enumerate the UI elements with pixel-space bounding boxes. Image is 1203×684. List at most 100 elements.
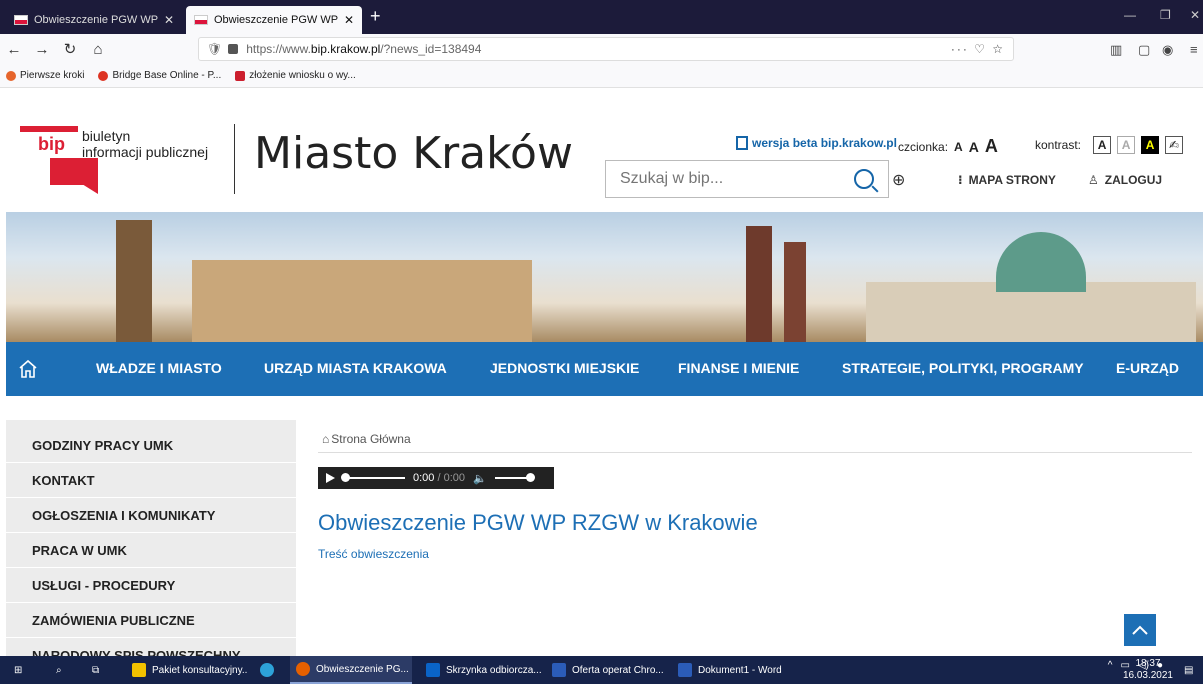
header-divider [234,124,235,194]
notifications-icon[interactable]: ▤ [1178,656,1199,684]
tab-title: Obwieszczenie PGW WP RZGW [214,14,338,26]
login-link[interactable]: ♙ ZALOGUJ [1088,173,1162,187]
font-large-button[interactable]: A [985,136,998,157]
sidebar-menu: GODZINY PRACY UMK KONTAKT OGŁOSZENIA I K… [6,420,296,664]
back-icon[interactable]: ← [0,41,28,58]
contrast-normal-button[interactable]: A [1093,136,1112,154]
browser-nav-bar: ← → ↻ ⌂ 🛡 https://www. bip.krakow.pl/?new… [0,34,1203,64]
search-icon[interactable] [854,169,874,189]
sidebar-item[interactable]: PRACA W UMK [6,533,296,568]
nav-item[interactable]: WŁADZE I MIASTO [96,360,222,376]
home-icon: ⌂ [322,432,330,446]
bookmark-item[interactable]: Bridge Base Online - P... [98,70,221,81]
beta-icon [736,136,748,150]
lock-icon [228,44,239,54]
outlook-icon [426,663,440,677]
sidebar-item[interactable]: KONTAKT [6,463,296,498]
nav-item[interactable]: STRATEGIE, POLITYKI, PROGRAMY [842,360,1084,376]
bookmark-item[interactable]: złożenie wniosku o wy... [235,70,356,81]
nav-item[interactable]: FINANSE I MIENIE [678,360,799,376]
taskbar-app[interactable]: Dokument1 - Word [672,656,794,684]
library-icon[interactable]: ▥ [1110,42,1122,58]
bip-flag-icon [50,158,98,194]
nav-item[interactable]: URZĄD MIASTA KRAKOWA [264,360,447,376]
contrast-controls: kontrast: A A A ✍ [1035,136,1184,154]
volume-slider[interactable] [494,473,535,482]
home-icon[interactable]: ⌂ [84,41,112,58]
sign-language-icon[interactable]: ✍ [1165,136,1184,154]
font-medium-button[interactable]: A [969,139,979,155]
audio-player: 0:00 / 0:00 🔈 [318,467,554,489]
divider [318,452,1192,453]
close-window-icon[interactable]: ✕ [1190,8,1200,22]
task-view-icon[interactable]: ⧉ [86,656,105,684]
url-path: /?news_id=138494 [380,42,482,56]
taskbar-app[interactable]: Skrzynka odbiorcza... [420,656,542,684]
player-time: 0:00 / 0:00 [413,472,466,484]
font-small-button[interactable]: A [954,140,963,154]
logo-text: biuletyn informacji publicznej [82,128,209,160]
firefox-icon [296,662,310,676]
sidebar-item[interactable]: ZAMÓWIENIA PUBLICZNE [6,603,296,638]
search-box [605,160,889,198]
favicon-icon [14,15,28,25]
sitemap-icon: ⁝ [958,173,963,187]
bridge-icon [98,70,109,81]
account-icon[interactable]: ◉ [1162,42,1173,58]
play-icon[interactable] [326,473,335,483]
chevron-up-icon[interactable]: ^ [1108,660,1113,671]
sidebar-item[interactable]: GODZINY PRACY UMK [6,428,296,463]
contrast-high-button[interactable]: A [1141,136,1160,154]
close-icon[interactable]: ✕ [164,13,174,27]
arrow-icon [235,70,246,81]
taskbar-app[interactable]: Oferta operat Chro... [546,656,668,684]
nav-item[interactable]: E-URZĄD [1116,360,1179,376]
browser-tab[interactable]: Obwieszczenie PGW WP RZGW ✕ [6,6,182,34]
bookmarks-bar: Pierwsze kroki Bridge Base Online - P...… [0,64,1203,88]
font-size-controls: czcionka: A A A [898,136,998,157]
reload-icon[interactable]: ↻ [56,40,84,58]
word-icon [678,663,692,677]
new-tab-icon[interactable]: + [370,6,381,27]
os-taskbar: ⊞ ⌕ ⧉ Pakiet konsultacyjny... Obwieszcze… [0,656,1203,684]
bip-mark: bip [38,134,65,154]
progress-slider[interactable] [341,473,405,482]
firefox-icon [6,70,16,81]
close-icon[interactable]: ✕ [344,13,354,27]
volume-icon[interactable]: 🔈 [473,472,487,485]
url-prefix: https://www. [246,42,311,56]
main-navigation: WŁADZE I MIASTO URZĄD MIASTA KRAKOWA JED… [6,342,1203,396]
bip-logo[interactable]: bip [20,124,98,194]
home-icon[interactable] [6,342,50,396]
word-icon [552,663,566,677]
url-bar[interactable]: 🛡 https://www. bip.krakow.pl/?news_id=138… [198,37,1014,61]
menu-icon[interactable]: ≡ [1190,42,1198,57]
nav-item[interactable]: JEDNOSTKI MIEJSKIE [490,360,639,376]
contrast-gray-button[interactable]: A [1117,136,1136,154]
sidebar-icon[interactable]: ▢ [1138,42,1150,58]
sidebar-item[interactable]: OGŁOSZENIA I KOMUNIKATY [6,498,296,533]
bookmark-item[interactable]: Pierwsze kroki [6,70,84,81]
chevron-up-icon [1132,625,1148,635]
sidebar-item[interactable]: USŁUGI - PROCEDURY [6,568,296,603]
sitemap-link[interactable]: ⁝ MAPA STRONY [958,173,1056,187]
user-icon: ♙ [1088,173,1099,187]
minimize-icon[interactable]: — [1124,8,1136,22]
zoom-in-icon[interactable]: ⊕ [892,170,905,190]
scroll-to-top-button[interactable] [1124,614,1156,646]
start-icon[interactable]: ⊞ [8,656,28,684]
search-input[interactable] [620,170,840,188]
search-icon[interactable]: ⌕ [50,656,68,684]
site-title[interactable]: Miasto Kraków [254,128,573,179]
page-actions-icon[interactable]: ··· ♡ ☆ [951,42,1005,56]
restore-icon[interactable]: ❐ [1160,8,1171,22]
browser-tab-active[interactable]: Obwieszczenie PGW WP RZGW ✕ [186,6,362,34]
forward-icon[interactable]: → [28,41,56,58]
beta-link[interactable]: wersja beta bip.krakow.pl [736,136,897,150]
taskbar-app-active[interactable]: Obwieszczenie PG... [290,656,412,684]
taskbar-app[interactable]: Pakiet konsultacyjny... [126,656,248,684]
clock[interactable]: 18:37 16.03.2021 [1123,658,1173,682]
announcement-link[interactable]: Treść obwieszczenia [318,547,429,561]
edge-icon[interactable] [254,656,284,684]
breadcrumb-home-link[interactable]: Strona Główna [331,432,410,446]
